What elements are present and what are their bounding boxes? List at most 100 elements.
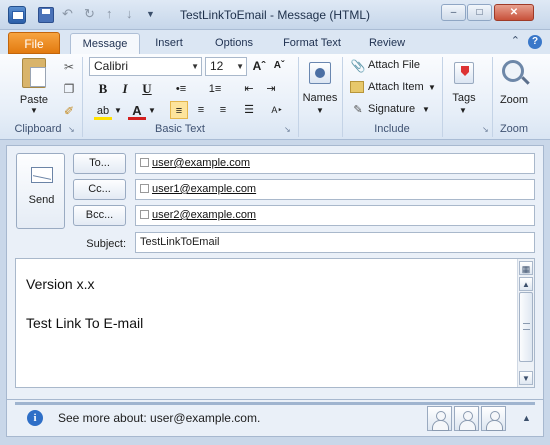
chevron-down-icon[interactable]: ▼	[191, 58, 199, 75]
zoom-button[interactable]: Zoom	[494, 94, 534, 106]
body-line: Version x.x	[26, 276, 95, 292]
vertical-scrollbar[interactable]: ▦ ▲ ▼	[517, 259, 534, 387]
tab-file[interactable]: File	[8, 32, 60, 54]
font-color-icon[interactable]: A	[128, 102, 146, 120]
grip-icon	[523, 323, 530, 330]
tab-review[interactable]: Review	[362, 33, 412, 54]
attach-item-button[interactable]: Attach Item	[368, 81, 424, 93]
message-body[interactable]: Version x.x Test Link To E-mail ▦ ▲ ▼	[15, 258, 535, 388]
font-size-combo[interactable]: 12 ▼	[205, 57, 247, 76]
flag-icon[interactable]	[454, 62, 474, 84]
tags-button[interactable]: Tags	[446, 92, 482, 104]
maximize-button[interactable]: □	[467, 4, 492, 21]
bullets-icon[interactable]: •≡	[172, 80, 190, 98]
italic-button[interactable]: I	[116, 80, 134, 98]
recipient-checkbox[interactable]	[140, 184, 149, 193]
to-field[interactable]: user@example.com	[135, 153, 535, 174]
person-icon[interactable]	[454, 406, 479, 431]
cc-button[interactable]: Cc...	[73, 179, 126, 200]
compose-area: Send To... user@example.com Cc... user1@…	[6, 145, 544, 400]
align-left-icon[interactable]: ≡	[170, 101, 188, 119]
recipient-checkbox[interactable]	[140, 210, 149, 219]
underline-button[interactable]: U	[138, 80, 156, 98]
to-address[interactable]: user@example.com	[152, 157, 250, 169]
highlight-color-icon[interactable]: ab	[94, 102, 112, 120]
clipboard-group-label: Clipboard	[14, 123, 62, 135]
cc-field[interactable]: user1@example.com	[135, 179, 535, 200]
to-button[interactable]: To...	[73, 153, 126, 174]
paste-button[interactable]: Paste	[14, 94, 54, 106]
font-name-combo[interactable]: Calibri ▼	[89, 57, 202, 76]
chevron-down-icon[interactable]: ▼	[148, 106, 156, 115]
bcc-field[interactable]: user2@example.com	[135, 205, 535, 226]
group-divider	[492, 57, 493, 137]
ribbon-tabs: File Message Insert Options Format Text …	[0, 30, 550, 54]
names-button[interactable]: Names	[300, 92, 340, 104]
grow-font-icon[interactable]: Aˆ	[250, 57, 268, 75]
align-center-icon[interactable]: ≡	[192, 101, 210, 119]
signature-icon[interactable]: ✎	[350, 103, 366, 117]
shrink-font-icon[interactable]: Aˇ	[270, 57, 288, 75]
tab-options[interactable]: Options	[205, 33, 263, 54]
scroll-up-icon[interactable]: ▲	[519, 277, 533, 291]
people-pane-splitter[interactable]	[15, 402, 535, 405]
address-book-icon[interactable]	[309, 62, 331, 84]
bold-button[interactable]: B	[94, 80, 112, 98]
attach-item-icon[interactable]	[350, 81, 364, 93]
person-icon[interactable]	[481, 406, 506, 431]
decrease-indent-icon[interactable]: ⇤	[240, 80, 258, 98]
collapse-ribbon-icon[interactable]: ⌃	[511, 34, 520, 47]
attach-file-button[interactable]: Attach File	[368, 59, 420, 71]
paste-icon[interactable]	[22, 58, 46, 88]
basic-text-launcher-icon[interactable]: ↘	[284, 125, 291, 134]
body-line: Test Link To E-mail	[26, 315, 144, 331]
format-painter-icon[interactable]: ✐	[62, 104, 76, 118]
help-icon[interactable]: ?	[528, 35, 542, 49]
cut-icon[interactable]: ✂	[62, 60, 76, 74]
tags-launcher-icon[interactable]: ↘	[482, 125, 489, 134]
tab-format-text[interactable]: Format Text	[276, 33, 348, 54]
subject-field[interactable]: TestLinkToEmail	[135, 232, 535, 253]
font-name-value: Calibri	[94, 59, 129, 73]
signature-button[interactable]: Signature	[368, 103, 415, 115]
group-divider	[82, 57, 83, 137]
zoom-group-label: Zoom	[499, 123, 529, 135]
expand-people-pane-icon[interactable]: ▲	[522, 413, 531, 423]
chevron-down-icon[interactable]: ▼	[316, 106, 324, 115]
bcc-button[interactable]: Bcc...	[73, 205, 126, 226]
paste-dropdown-icon[interactable]: ▼	[30, 106, 38, 115]
increase-indent-icon[interactable]: ⇥	[262, 80, 280, 98]
ribbon: Paste ▼ ✂ ❐ ✐ Clipboard ↘ Calibri ▼ 12 ▼…	[0, 54, 550, 140]
tab-message[interactable]: Message	[70, 33, 140, 54]
minimize-button[interactable]: –	[441, 4, 466, 21]
envelope-icon	[31, 167, 53, 183]
ruler-icon[interactable]: ▦	[519, 261, 533, 275]
person-icon[interactable]	[427, 406, 452, 431]
basic-text-group-label: Basic Text	[155, 123, 205, 135]
close-button[interactable]: ✕	[494, 4, 534, 21]
group-divider	[342, 57, 343, 137]
chevron-down-icon[interactable]: ▼	[114, 106, 122, 115]
numbering-icon[interactable]: 1≡	[206, 80, 224, 98]
clipboard-launcher-icon[interactable]: ↘	[68, 125, 75, 134]
subject-label: Subject:	[86, 238, 126, 250]
bcc-address[interactable]: user2@example.com	[152, 209, 256, 221]
send-button[interactable]: Send	[16, 153, 65, 229]
scroll-thumb[interactable]	[519, 292, 533, 362]
copy-icon[interactable]: ❐	[62, 82, 76, 96]
styles-icon[interactable]: A‣	[268, 101, 286, 119]
font-size-value: 12	[210, 59, 224, 73]
chevron-down-icon[interactable]: ▼	[459, 106, 467, 115]
justify-icon[interactable]: ☰	[240, 101, 258, 119]
magnifier-icon[interactable]	[502, 60, 524, 82]
scroll-down-icon[interactable]: ▼	[519, 371, 533, 385]
tab-insert[interactable]: Insert	[145, 33, 193, 54]
paperclip-icon[interactable]: 📎	[350, 59, 366, 73]
recipient-checkbox[interactable]	[140, 158, 149, 167]
chevron-down-icon[interactable]: ▼	[422, 105, 430, 114]
people-pane-text: See more about: user@example.com.	[58, 411, 261, 425]
align-right-icon[interactable]: ≡	[214, 101, 232, 119]
cc-address[interactable]: user1@example.com	[152, 183, 256, 195]
chevron-down-icon[interactable]: ▼	[428, 83, 436, 92]
chevron-down-icon[interactable]: ▼	[236, 58, 244, 75]
